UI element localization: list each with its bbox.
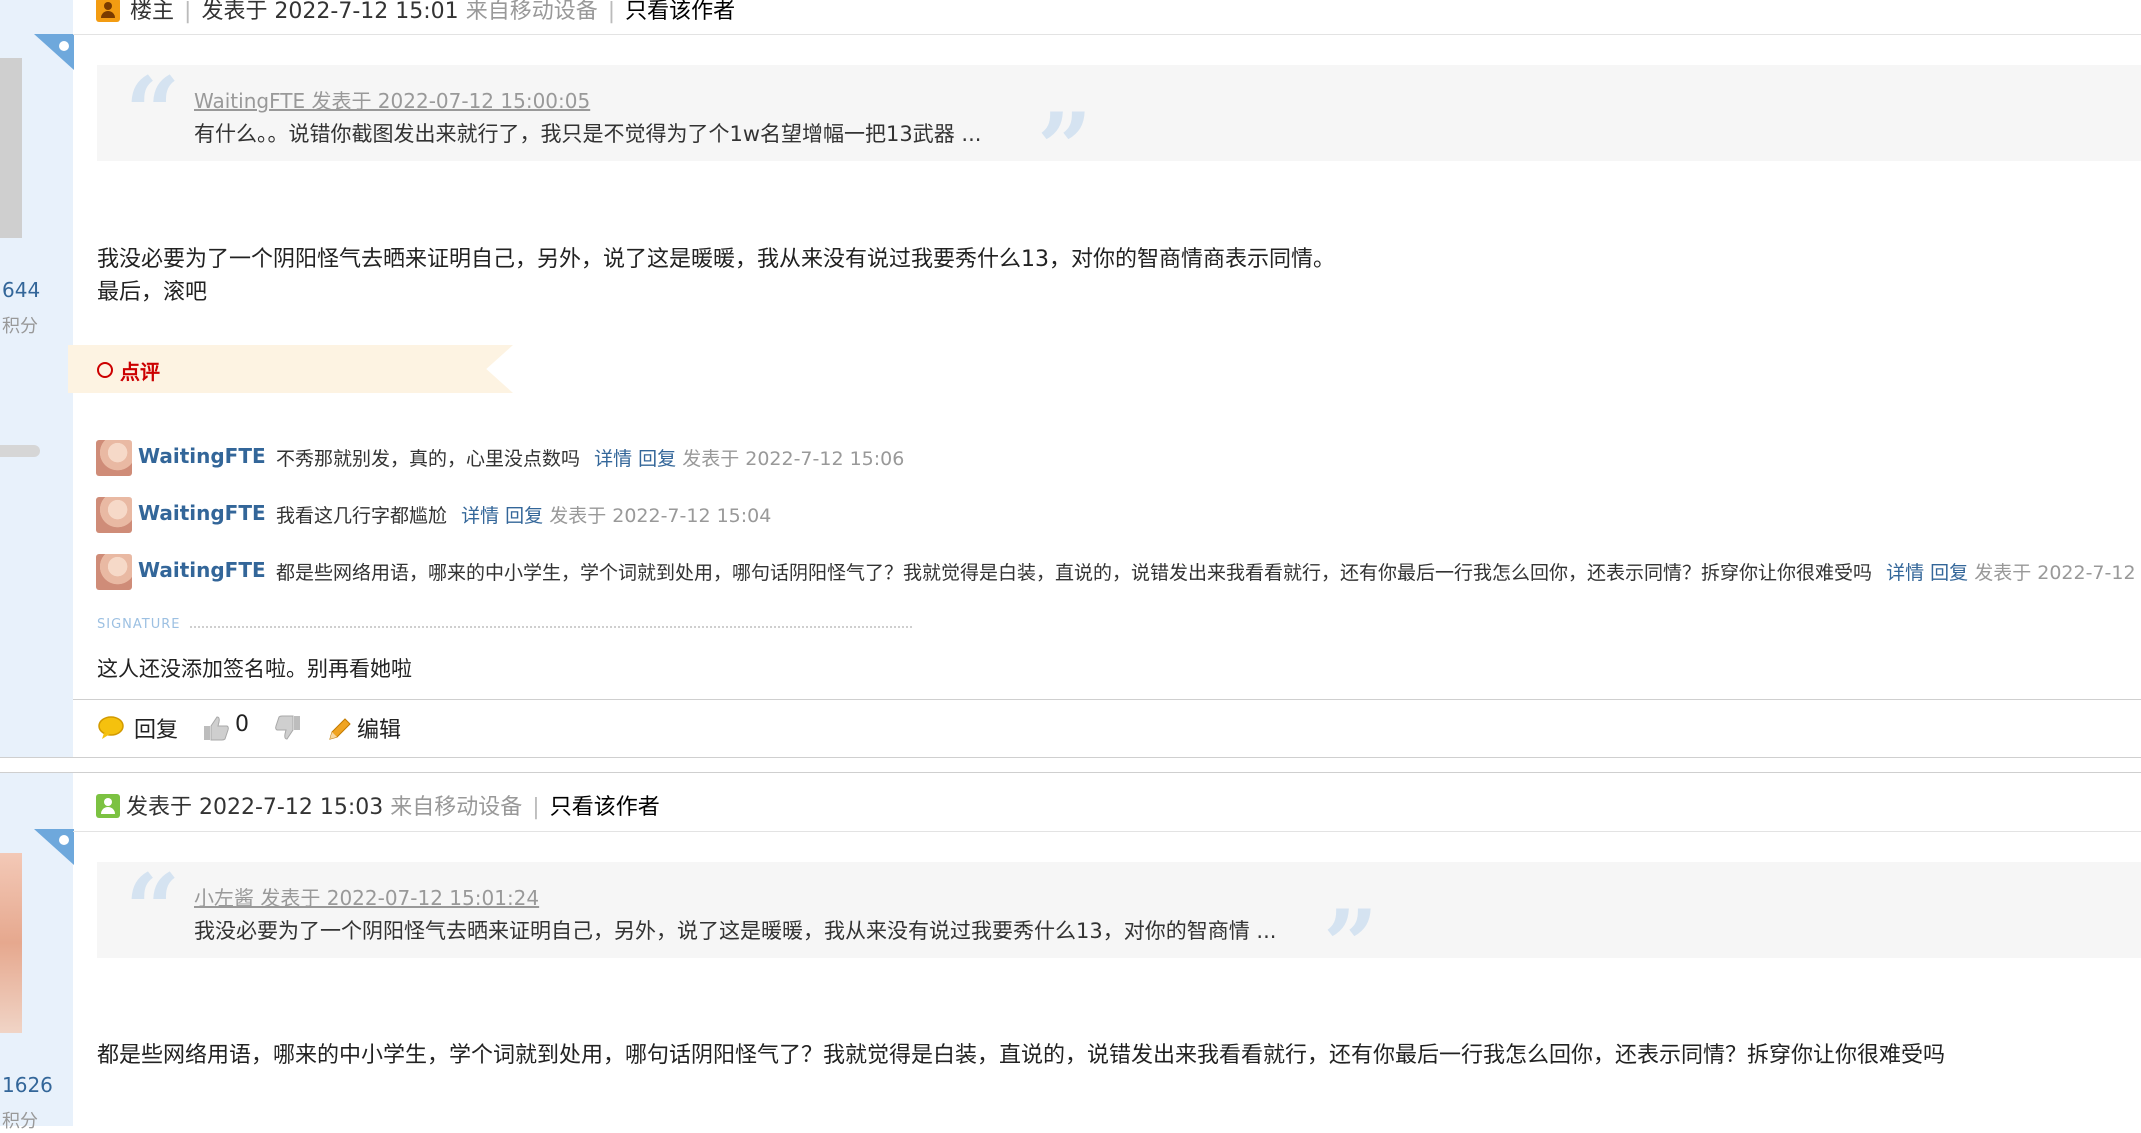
- post2-quote-text: 我没必要为了一个阴阳怪气去晒来证明自己，另外，说了这是暖暖，我从来没有说过我要秀…: [194, 919, 1277, 943]
- host-badge-icon: [96, 0, 120, 22]
- comment-detail-link[interactable]: 详情: [594, 448, 632, 470]
- divider: |: [532, 795, 540, 820]
- comment-detail-link[interactable]: 详情: [461, 505, 499, 527]
- like-count: 0: [235, 712, 249, 737]
- review-label: 点评: [120, 360, 160, 384]
- comment-text: 不秀那就别发，真的，心里没点数吗: [276, 448, 581, 470]
- post2-author-only-link[interactable]: 只看该作者: [550, 795, 660, 820]
- apple-device-icon: [34, 829, 74, 865]
- comment-avatar[interactable]: [96, 497, 132, 533]
- post1-header: 楼主 | 发表于 2022-7-12 15:01 来自移动设备 | 只看该作者: [96, 0, 735, 27]
- comment-time: 发表于 2022-7-12 15:06: [682, 448, 905, 470]
- author-strip: 644 积分: [0, 0, 73, 757]
- post2-header-rule: [73, 831, 2141, 832]
- post1-quote: “ ” WaitingFTE 发表于 2022-07-12 15:00:05 有…: [97, 56, 2141, 197]
- comment-row: 都是些网络用语，哪来的中小学生，学个词就到处用，哪句话阴阳怪气了？我就觉得是白装…: [276, 558, 2141, 585]
- reply-bubble-icon[interactable]: [98, 716, 124, 740]
- divider: |: [184, 0, 192, 24]
- open-quote-icon: “: [125, 853, 181, 966]
- review-icon: [97, 362, 113, 378]
- comment-text: 都是些网络用语，哪来的中小学生，学个词就到处用，哪句话阴阳怪气了？我就觉得是白装…: [276, 562, 1873, 584]
- member-badge-icon: [96, 794, 120, 818]
- author-avatar-fragment: [0, 853, 22, 1033]
- author-points-label: 积分: [2, 316, 38, 337]
- post2-time: 发表于 2022-7-12 15:03: [126, 795, 384, 820]
- post1-device: 来自移动设备: [465, 0, 598, 24]
- signature-label: SIGNATURE: [97, 617, 181, 632]
- signature-text: 这人还没添加签名啦。别再看她啦: [97, 657, 412, 681]
- comment-author[interactable]: WaitingFTE: [138, 444, 266, 468]
- close-quote-icon: ”: [1037, 92, 1093, 205]
- post2-header: 发表于 2022-7-12 15:03 来自移动设备 | 只看该作者: [96, 793, 660, 823]
- comment-reply-link[interactable]: 回复: [638, 448, 676, 470]
- post2-quote: “ ” 小左酱 发表于 2022-07-12 15:01:24 我没必要为了一个…: [97, 853, 2141, 994]
- thumbs-up-icon[interactable]: [202, 714, 230, 742]
- comment-time: 发表于 2022-7-12 15:03: [1974, 562, 2141, 584]
- comment-author[interactable]: WaitingFTE: [138, 501, 266, 525]
- post2-quote-meta[interactable]: 小左酱 发表于 2022-07-12 15:01:24: [194, 882, 539, 911]
- edit-button[interactable]: 编辑: [357, 712, 401, 744]
- host-label: 楼主: [130, 0, 175, 24]
- post1-quote-meta[interactable]: WaitingFTE 发表于 2022-07-12 15:00:05: [194, 85, 590, 114]
- android-device-icon: [34, 34, 74, 70]
- post-divider: [0, 757, 2141, 758]
- comment-reply-link[interactable]: 回复: [1930, 562, 1968, 584]
- post1-author-only-link[interactable]: 只看该作者: [625, 0, 735, 24]
- comment-time: 发表于 2022-7-12 15:04: [549, 505, 772, 527]
- signature-divider: [190, 626, 912, 628]
- author-avatar-fragment: [0, 58, 22, 238]
- author-points-value: 1626: [2, 1073, 53, 1097]
- post2-body-line1: 都是些网络用语，哪来的中小学生，学个词就到处用，哪句话阴阳怪气了？我就觉得是白装…: [97, 1043, 1946, 1068]
- post2-device: 来自移动设备: [390, 795, 523, 820]
- post1-quote-text: 有什么。。说错你截图发出来就行了，我只是不觉得为了个1w名望增幅一把13武器 .…: [194, 122, 982, 146]
- author-strip: 1626 积分: [0, 773, 73, 1132]
- comment-avatar[interactable]: [96, 554, 132, 590]
- post1-body-line1: 我没必要为了一个阴阳怪气去晒来证明自己，另外，说了这是暖暖，我从来没有说过我要秀…: [97, 247, 1335, 272]
- divider: |: [607, 0, 616, 24]
- comment-reply-link[interactable]: 回复: [505, 505, 543, 527]
- author-points-label: 积分: [2, 1111, 38, 1132]
- open-quote-icon: “: [125, 56, 181, 169]
- thumbs-down-icon[interactable]: [274, 714, 302, 742]
- action-rule: [73, 699, 2141, 700]
- post1-body-line2: 最后，滚吧: [97, 280, 208, 305]
- author-points-value: 644: [2, 278, 41, 302]
- close-quote-icon: ”: [1323, 889, 1379, 1002]
- author-progress-bar: [0, 445, 40, 457]
- comment-row: 我看这几行字都尴尬 详情 回复 发表于 2022-7-12 15:04: [276, 501, 771, 528]
- reply-button[interactable]: 回复: [134, 712, 178, 744]
- post1-time: 发表于 2022-7-12 15:01: [201, 0, 459, 24]
- comment-text: 我看这几行字都尴尬: [276, 505, 448, 527]
- post-divider: [0, 772, 2141, 773]
- comment-author[interactable]: WaitingFTE: [138, 558, 266, 582]
- comment-row: 不秀那就别发，真的，心里没点数吗 详情 回复 发表于 2022-7-12 15:…: [276, 444, 904, 471]
- post1-header-rule: [73, 34, 2141, 35]
- comment-avatar[interactable]: [96, 440, 132, 476]
- pencil-icon[interactable]: [327, 716, 353, 742]
- comment-detail-link[interactable]: 详情: [1886, 562, 1924, 584]
